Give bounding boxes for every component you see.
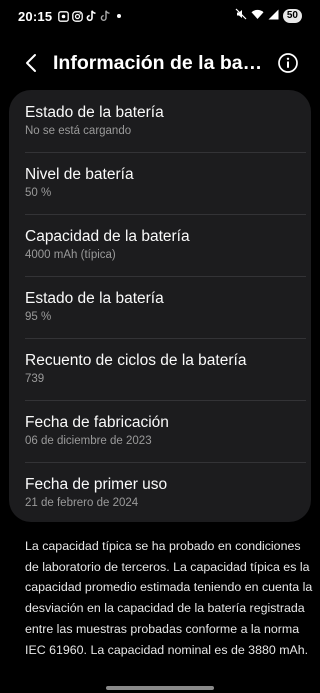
- status-bar: 20:15 50: [0, 0, 320, 32]
- row-value: 06 de diciembre de 2023: [25, 435, 152, 447]
- wifi-icon: [251, 7, 264, 25]
- cycle-count-row: Recuento de ciclos de la batería 739: [9, 338, 311, 400]
- chevron-left-icon: [26, 54, 36, 72]
- gesture-bar: [106, 686, 214, 690]
- mute-icon: [235, 7, 247, 25]
- battery-info-screen: 20:15 50 Información de la batería Estad…: [0, 0, 320, 693]
- tiktok-icon: [100, 10, 111, 22]
- battery-info-card: Estado de la batería No se está cargando…: [9, 90, 311, 522]
- notification-dot: [117, 14, 122, 18]
- app-header: Información de la batería: [0, 40, 320, 86]
- row-value: No se está cargando: [25, 125, 132, 137]
- instagram-icon: [72, 10, 84, 22]
- battery-level-row: Nivel de batería 50 %: [9, 152, 311, 214]
- row-title: Recuento de ciclos de la batería: [25, 352, 247, 369]
- battery-capacity-row: Capacidad de la batería 4000 mAh (típica…: [9, 214, 311, 276]
- signal-icon: [268, 7, 279, 25]
- manufacture-date-row: Fecha de fabricación 06 de diciembre de …: [9, 400, 311, 462]
- back-button[interactable]: [20, 52, 42, 74]
- row-title: Capacidad de la batería: [25, 228, 190, 245]
- status-system-icons: 50: [235, 7, 302, 25]
- page-title: Información de la batería: [53, 52, 265, 74]
- row-value: 95 %: [25, 311, 52, 323]
- row-value: 4000 mAh (típica): [25, 249, 116, 261]
- battery-level-badge: 50: [282, 9, 302, 23]
- row-title: Fecha de fabricación: [25, 414, 169, 431]
- status-notification-icons: [58, 10, 122, 22]
- tiktok-icon: [86, 10, 97, 22]
- row-title: Nivel de batería: [25, 166, 134, 183]
- battery-health-row: Estado de la batería 95 %: [9, 276, 311, 338]
- battery-status-row: Estado de la batería No se está cargando: [9, 90, 311, 152]
- row-title: Estado de la batería: [25, 104, 164, 121]
- info-icon: [278, 53, 298, 73]
- row-value: 21 de febrero de 2024: [25, 497, 139, 509]
- row-title: Fecha de primer uso: [25, 476, 168, 493]
- row-value: 739: [25, 373, 45, 385]
- row-value: 50 %: [25, 187, 52, 199]
- info-button[interactable]: [277, 52, 299, 74]
- row-title: Estado de la batería: [25, 290, 164, 307]
- status-time: 20:15: [18, 8, 53, 24]
- capacity-description: La capacidad típica se ha probado en con…: [25, 539, 313, 657]
- gallery-icon: [58, 10, 70, 22]
- first-use-date-row: Fecha de primer uso 21 de febrero de 202…: [9, 462, 311, 522]
